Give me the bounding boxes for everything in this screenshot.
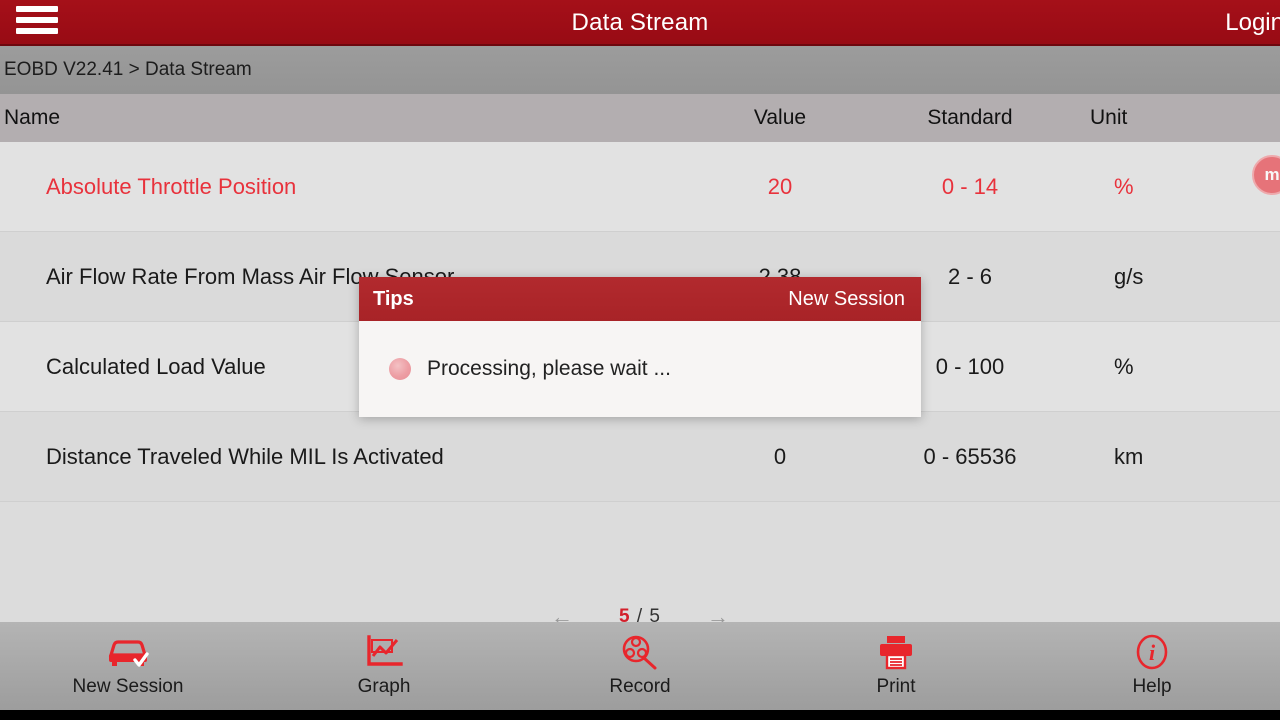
app-title-bar: Data Stream Login [0,0,1280,46]
info-circle-icon: i [1128,630,1176,674]
toolbar-label: New Session [72,676,184,697]
line-chart-icon [360,630,408,674]
toolbar-item-graph[interactable]: Graph [256,622,512,710]
loading-spinner-icon [389,358,411,380]
dialog-header: Tips New Session [359,277,921,321]
breadcrumb: EOBD V22.41 > Data Stream [0,46,1280,94]
row-unit: g/s [1114,264,1144,289]
car-check-icon [104,630,152,674]
column-header-name: Name [4,106,61,129]
row-name: Distance Traveled While MIL Is Activated [46,444,444,469]
toolbar-label: Record [609,676,671,697]
row-unit: % [1114,174,1134,199]
dialog-title: Tips [373,288,414,310]
column-header-standard: Standard [927,106,1013,129]
dialog-message: Processing, please wait ... [427,357,671,380]
row-standard: 0 - 65536 [923,444,1017,469]
row-unit: km [1114,444,1144,469]
toolbar-label: Help [1132,676,1172,697]
table-row[interactable]: Distance Traveled While MIL Is Activated… [0,412,1280,502]
column-header-unit: Unit [1090,106,1128,129]
dialog-action-label[interactable]: New Session [788,277,905,321]
toolbar-item-new-session[interactable]: New Session [0,622,256,710]
row-value: 20 [767,174,793,199]
toolbar-item-help[interactable]: i Help [1024,622,1280,710]
row-standard: 0 - 14 [941,174,999,199]
svg-text:i: i [1149,640,1156,665]
toolbar-label: Print [876,676,916,697]
toolbar-item-record[interactable]: Record [512,622,768,710]
column-header-value: Value [753,106,807,129]
login-button[interactable]: Login [1225,2,1280,44]
page-title: Data Stream [571,9,709,36]
bottom-toolbar: New Session Graph Record Print i Help [0,622,1280,710]
data-stream-screen: Data Stream Login EOBD V22.41 > Data Str… [0,0,1280,720]
system-bottom-bar [0,710,1280,720]
toolbar-label: Graph [357,676,411,697]
film-search-icon [616,630,664,674]
printer-icon [872,630,920,674]
row-name: Absolute Throttle Position [46,174,297,199]
table-row[interactable]: Absolute Throttle Position 20 0 - 14 % [0,142,1280,232]
row-unit: % [1114,354,1134,379]
tips-dialog: Tips New Session Processing, please wait… [359,277,921,417]
dialog-body: Processing, please wait ... [359,321,921,417]
toolbar-item-print[interactable]: Print [768,622,1024,710]
row-value: 0 [773,444,787,469]
table-header-row: Name Value Standard Unit [0,94,1280,142]
